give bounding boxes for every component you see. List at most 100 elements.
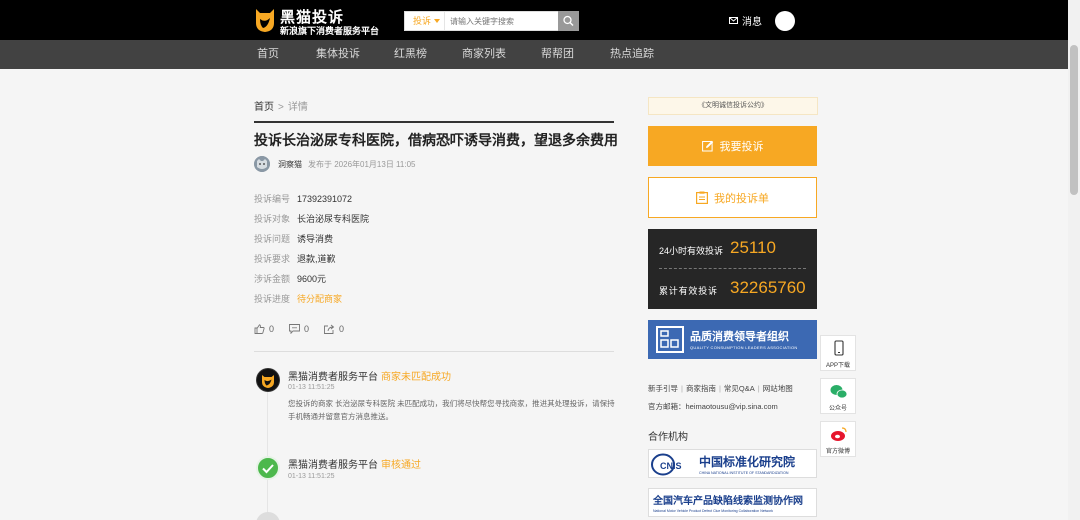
- author-avatar[interactable]: [254, 156, 270, 172]
- info-row-request: 投诉要求 退款,道歉: [254, 252, 336, 265]
- title-divider: [254, 121, 614, 123]
- platform-logo-icon: [256, 368, 280, 392]
- org-logo-icon: [656, 326, 684, 353]
- info-key: 投诉要求: [254, 254, 291, 264]
- comment-count: 0: [304, 324, 310, 334]
- comment-button[interactable]: 0: [289, 324, 309, 334]
- timeline-status: 审核通过: [381, 460, 421, 471]
- timeline-actor: 黑猫消费者服务平台: [288, 460, 378, 471]
- info-row-issue: 投诉问题 诱导消费: [254, 232, 333, 245]
- info-key: 投诉进度: [254, 294, 291, 304]
- stat-total-label: 累计有效投诉: [659, 286, 718, 296]
- my-complaints-button[interactable]: 我的投诉单: [648, 177, 817, 218]
- wechat-button[interactable]: 公众号: [820, 378, 856, 414]
- nav-item-help-group[interactable]: 帮帮团: [541, 40, 574, 69]
- info-value[interactable]: 长治泌尿专科医院: [297, 214, 369, 224]
- site-logo[interactable]: 黑猫投诉 新浪旗下消费者服务平台: [254, 5, 380, 36]
- progress-status: 待分配商家: [297, 294, 343, 304]
- link-merchant-guide[interactable]: 商家指南: [686, 384, 716, 393]
- breadcrumb: 首页 > 详情: [254, 98, 308, 113]
- author-name[interactable]: 洞察猫: [278, 159, 302, 170]
- cnis-logo-icon: CNIS 中国标准化研究院 CHINA NATIONAL INSTITUTE O…: [651, 453, 795, 476]
- user-avatar[interactable]: [775, 11, 795, 31]
- phone-icon: [834, 340, 844, 356]
- nav-item-ranking[interactable]: 红黑榜: [394, 40, 427, 69]
- info-value: 诱导消费: [297, 234, 334, 244]
- weibo-label: 官方微博: [825, 449, 850, 455]
- like-button[interactable]: 0: [254, 324, 274, 334]
- comment-icon: [289, 324, 300, 334]
- banner-subtitle: QUALITY CONSUMPTION LEADERS ASSOCIATION: [690, 345, 798, 350]
- timeline-time: 01-13 11:51:25: [288, 473, 335, 480]
- partner-auto-defect-network[interactable]: 全国汽车产品缺陷线索监测协作网 National Motor Vehicle P…: [648, 488, 817, 517]
- info-key: 涉诉金额: [254, 274, 291, 284]
- file-complaint-button[interactable]: 我要投诉: [648, 126, 817, 166]
- weibo-button[interactable]: 官方微博: [820, 421, 856, 457]
- timeline-entry-heading: 黑猫消费者服务平台 商家未匹配成功: [288, 368, 451, 383]
- timeline-actor: 黑猫消费者服务平台: [288, 372, 378, 383]
- logo-subtitle: 新浪旗下消费者服务平台: [280, 26, 380, 36]
- info-row-id: 投诉编号 17392391072: [254, 192, 352, 205]
- convention-link[interactable]: 《文明诚信投诉公约》: [648, 97, 818, 115]
- main-nav: 首页 集体投诉 红黑榜 商家列表 帮帮团 热点追踪: [0, 40, 1080, 69]
- share-count: 0: [339, 324, 345, 334]
- search-bar: 投诉: [404, 11, 579, 31]
- complaint-title: 投诉长治泌尿专科医院，借病恐吓诱导消费，望退多余费用: [254, 132, 618, 148]
- messages-link[interactable]: 消息: [729, 13, 762, 28]
- thumbs-up-icon: [254, 324, 265, 334]
- partner2-cn: 全国汽车产品缺陷线索监测协作网: [652, 494, 803, 507]
- wechat-label: 公众号: [828, 406, 847, 412]
- cat-logo-icon: [257, 369, 279, 391]
- official-email: 官方邮箱：heimaotousu@vip.sina.com: [648, 402, 778, 411]
- info-value: 9600元: [297, 274, 327, 284]
- nav-item-merchant-list[interactable]: 商家列表: [462, 40, 506, 69]
- stat-total-value: 32265760: [730, 278, 806, 297]
- share-button[interactable]: 0: [324, 324, 344, 334]
- wechat-icon: [830, 385, 848, 399]
- nav-item-hot-tracking[interactable]: 热点追踪: [610, 40, 654, 69]
- search-category-label: 投诉: [413, 16, 432, 26]
- breadcrumb-separator: >: [278, 102, 284, 113]
- search-input[interactable]: [447, 12, 559, 30]
- top-bar: 黑猫投诉 新浪旗下消费者服务平台 投诉 消息: [0, 0, 1080, 40]
- info-row-progress: 投诉进度 待分配商家: [254, 292, 342, 305]
- footer-links: 新手引导 | 商家指南 | 常见Q&A | 网站地图: [648, 384, 793, 393]
- timeline-status: 商家未匹配成功: [381, 372, 451, 383]
- my-complaints-label: 我的投诉单: [714, 192, 769, 205]
- app-download-button[interactable]: APP下载: [820, 335, 856, 371]
- quality-org-banner[interactable]: 品质消费领导者组织 QUALITY CONSUMPTION LEADERS AS…: [648, 320, 817, 359]
- search-icon: [563, 15, 574, 26]
- mail-icon: [729, 17, 738, 24]
- link-beginner-guide[interactable]: 新手引导: [648, 384, 678, 393]
- partners-heading: 合作机构: [648, 432, 688, 443]
- info-row-amount: 涉诉金额 9600元: [254, 272, 326, 285]
- search-button[interactable]: [558, 11, 579, 31]
- messages-label: 消息: [742, 17, 762, 28]
- checkmark-icon: [262, 464, 274, 474]
- breadcrumb-home[interactable]: 首页: [254, 102, 274, 113]
- file-complaint-label: 我要投诉: [719, 141, 764, 153]
- partner2-en: National Motor Vehicle Product Defect Cl…: [653, 509, 773, 513]
- link-sitemap[interactable]: 网站地图: [763, 384, 793, 393]
- edit-icon: [701, 140, 713, 152]
- stat-24h-value: 25110: [730, 238, 777, 257]
- partner-cnis[interactable]: CNIS 中国标准化研究院 CHINA NATIONAL INSTITUTE O…: [648, 449, 817, 478]
- chevron-down-icon: [434, 19, 440, 23]
- info-key: 投诉编号: [254, 194, 291, 204]
- nav-item-group-complaints[interactable]: 集体投诉: [316, 40, 360, 69]
- auto-defect-logo-icon: 全国汽车产品缺陷线索监测协作网 National Motor Vehicle P…: [652, 494, 803, 513]
- partner1-abbr: CNIS: [660, 461, 682, 471]
- partner1-en: CHINA NATIONAL INSTITUTE OF STANDARDIZAT…: [699, 471, 789, 475]
- search-category-select[interactable]: 投诉: [405, 12, 445, 30]
- timeline-entry-heading: 黑猫消费者服务平台 审核通过: [288, 456, 421, 471]
- clipboard-icon: [696, 191, 708, 204]
- info-value: 退款,道歉: [297, 254, 336, 264]
- scrollbar-thumb[interactable]: [1070, 45, 1078, 195]
- link-faq[interactable]: 常见Q&A: [724, 384, 755, 393]
- partner1-cn: 中国标准化研究院: [699, 454, 795, 469]
- page-scrollbar[interactable]: [1068, 0, 1080, 520]
- breadcrumb-current: 详情: [287, 102, 308, 113]
- like-count: 0: [269, 324, 275, 334]
- nav-item-home[interactable]: 首页: [257, 40, 279, 69]
- info-key: 投诉对象: [254, 214, 291, 224]
